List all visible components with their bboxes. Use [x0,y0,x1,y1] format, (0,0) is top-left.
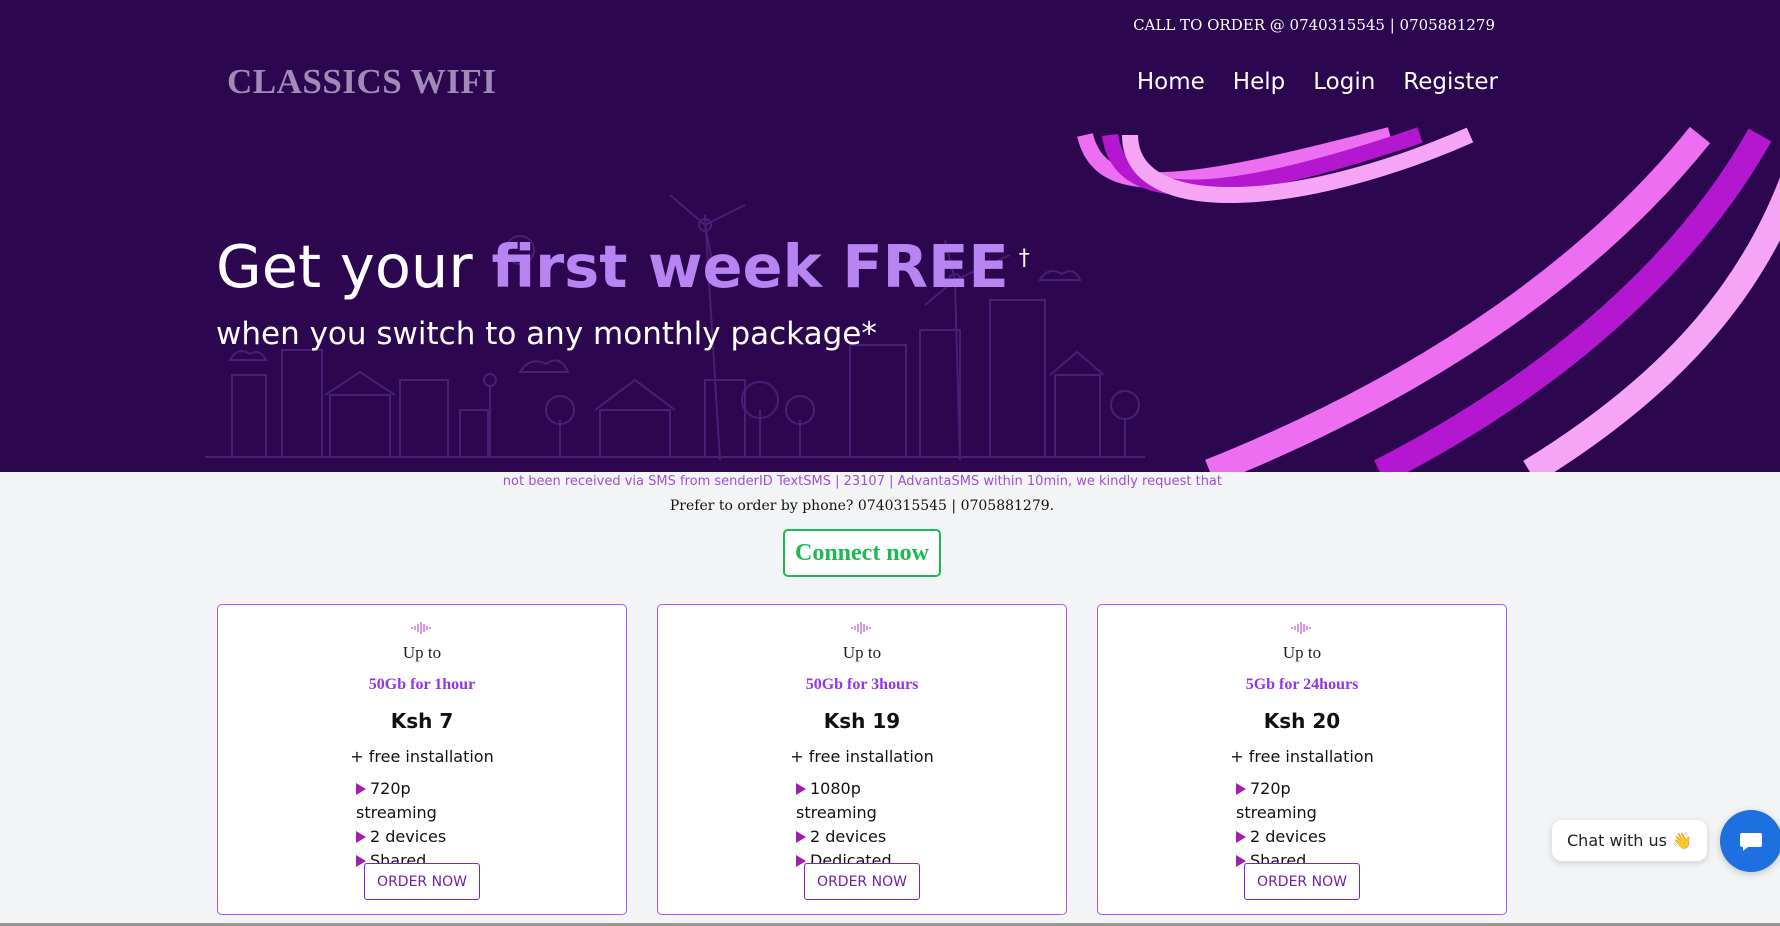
plan-installation: + free installation [790,747,934,766]
headline-highlight: first week FREE [491,232,1009,301]
feature-item: 2 devices [218,825,626,849]
feature-item: 2 devices [1098,825,1506,849]
play-arrow-icon [356,783,366,795]
plan-card: Up to 50Gb for 1hour Ksh 7 + free instal… [217,604,627,915]
plan-price: Ksh 20 [1263,709,1341,733]
order-by-phone-text: Prefer to order by phone? 0740315545 | 0… [669,498,1055,514]
feature-item: 1080p streaming [796,779,877,822]
order-now-button[interactable]: ORDER NOW [804,863,920,900]
nav-help[interactable]: Help [1233,69,1285,95]
plan-features: 1080p streaming 2 devices Dedicated [658,777,1066,873]
brand-logo[interactable]: CLASSICS WIFI [227,62,496,102]
play-arrow-icon [796,783,806,795]
headline-dagger: † [1018,246,1030,271]
plan-name: 5Gb for 24hours [1245,676,1359,693]
nav-login[interactable]: Login [1313,69,1375,95]
plan-upto: Up to [402,643,442,662]
sms-notice-marquee: ıer has not been received via SMS from s… [502,474,1222,490]
hero-headline: Get your first week FREE † [216,232,1030,301]
chat-bubble-icon [1740,833,1762,851]
nav-home[interactable]: Home [1137,69,1205,95]
plan-name: 50Gb for 3hours [805,676,919,693]
plan-features: 720p streaming 2 devices Shared [218,777,626,873]
play-arrow-icon [1236,831,1246,843]
plan-price: Ksh 19 [823,709,901,733]
sms-notice-text: ıer has not been received via SMS from s… [502,474,1222,489]
play-arrow-icon [796,831,806,843]
plan-upto: Up to [842,643,882,662]
plan-features: 720p streaming 2 devices Shared [1098,777,1506,873]
waving-hand-icon: 👋 [1672,831,1692,850]
signal-wave-icon [218,622,626,634]
plan-card: Up to 50Gb for 3hours Ksh 19 + free inst… [657,604,1067,915]
plan-installation: + free installation [1230,747,1374,766]
plan-price: Ksh 7 [390,709,454,733]
plan-name: 50Gb for 1hour [368,676,476,693]
hero-subline: when you switch to any monthly package* [216,316,877,352]
chat-with-us-label[interactable]: Chat with us 👋 [1552,820,1707,861]
play-arrow-icon [1236,783,1246,795]
nav-register[interactable]: Register [1403,69,1498,95]
headline-prefix: Get your [216,232,473,301]
chat-label-text: Chat with us [1567,831,1667,850]
feature-item: 720p streaming [356,779,437,822]
chat-launcher-button[interactable] [1720,810,1780,872]
plan-card: Up to 5Gb for 24hours Ksh 20 + free inst… [1097,604,1507,915]
plan-upto: Up to [1282,643,1322,662]
call-to-order-text: CALL TO ORDER @ 0740315545 | 0705881279 [1133,16,1495,34]
signal-wave-icon [658,622,1066,634]
connect-now-button[interactable]: Connect now [783,529,941,577]
feature-item: 2 devices [658,825,1066,849]
feature-item: 720p streaming [1236,779,1317,822]
signal-wave-icon [1098,622,1506,634]
plan-installation: + free installation [350,747,494,766]
order-now-button[interactable]: ORDER NOW [364,863,480,900]
main-nav: Home Help Login Register [1137,69,1498,95]
hero-banner: CALL TO ORDER @ 0740315545 | 0705881279 … [0,0,1780,472]
play-arrow-icon [356,831,366,843]
order-now-button[interactable]: ORDER NOW [1244,863,1360,900]
